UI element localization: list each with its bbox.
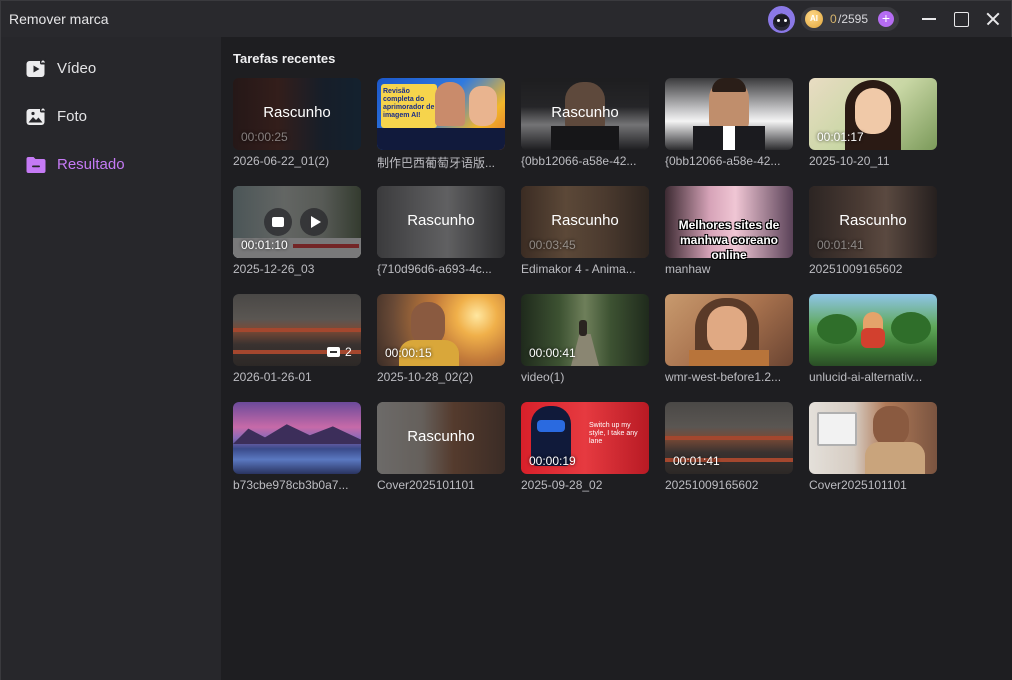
folder-icon: [26, 157, 46, 173]
sidebar-item-photo[interactable]: Foto: [1, 97, 221, 137]
task-caption: video(1): [521, 370, 565, 384]
sidebar-item-label: Resultado: [57, 156, 125, 173]
thumbnail: [809, 294, 937, 366]
credits-total: /2595: [838, 12, 869, 26]
credits-pill[interactable]: AI 0 /2595 +: [801, 7, 899, 31]
duration-label: 00:01:41: [817, 238, 864, 252]
task-caption: Cover2025101101: [377, 478, 475, 492]
thumbnail-text: Revisão completa do aprimorador de image…: [383, 88, 435, 119]
task-card[interactable]: 00:00:41 video(1): [521, 294, 649, 394]
user-avatar[interactable]: [768, 6, 795, 33]
task-card[interactable]: Melhores sites de manhwa coreano online …: [665, 186, 793, 286]
task-caption: {0bb12066-a58e-42...: [521, 154, 637, 168]
task-card[interactable]: Rascunho 00:01:41 20251009165602: [809, 186, 937, 286]
task-caption: 2026-01-26-01: [233, 370, 312, 384]
task-card[interactable]: Rascunho Cover2025101101: [377, 402, 505, 502]
file-count: 2: [345, 345, 352, 359]
draft-label: Rascunho: [839, 212, 907, 229]
task-caption: manhaw: [665, 262, 711, 276]
task-caption: b73cbe978cb3b0a7...: [233, 478, 349, 492]
task-caption: Edimakor 4 - Anima...: [521, 262, 636, 276]
sidebar-item-result[interactable]: Resultado: [1, 145, 221, 185]
task-caption: wmr-west-before1.2...: [665, 370, 782, 384]
section-title: Tarefas recentes: [233, 51, 336, 66]
task-caption: unlucid-ai-alternativ...: [809, 370, 923, 384]
app-window: Remover marca AI 0 /2595 + Vídeo Foto Re…: [0, 0, 1012, 680]
maximize-button[interactable]: [951, 9, 971, 29]
task-card[interactable]: b73cbe978cb3b0a7...: [233, 402, 361, 502]
draft-label: Rascunho: [407, 212, 475, 229]
thumbnail: [809, 402, 937, 474]
duration-label: 00:01:10: [241, 238, 288, 252]
task-card[interactable]: unlucid-ai-alternativ...: [809, 294, 937, 394]
add-credits-button[interactable]: +: [878, 11, 894, 27]
draft-label: Rascunho: [551, 104, 619, 121]
task-card[interactable]: Cover2025101101: [809, 402, 937, 502]
minimize-button[interactable]: [919, 9, 939, 29]
sidebar-item-label: Vídeo: [57, 60, 97, 77]
task-caption: Cover2025101101: [809, 478, 907, 492]
duration-label: 00:00:15: [385, 346, 432, 360]
open-folder-button[interactable]: [264, 208, 292, 236]
task-card[interactable]: 00:00:15 2025-10-28_02(2): [377, 294, 505, 394]
close-button[interactable]: [983, 9, 1003, 29]
thumbnail-text: Switch up my style, I take any lane: [589, 422, 638, 445]
duration-label: 00:00:25: [241, 130, 288, 144]
task-card[interactable]: Rascunho {710d96d6-a693-4c...: [377, 186, 505, 286]
title-bar: Remover marca AI 0 /2595 +: [1, 1, 1011, 37]
folder-icon: [327, 347, 340, 357]
task-card[interactable]: wmr-west-before1.2...: [665, 294, 793, 394]
duration-label: 00:00:19: [529, 454, 576, 468]
duration-label: 00:01:17: [817, 130, 864, 144]
task-card[interactable]: Switch up my style, I take any lane 00:0…: [521, 402, 649, 502]
task-card[interactable]: 00:01:10 2025-12-26_03: [233, 186, 361, 286]
task-card[interactable]: Rascunho {0bb12066-a58e-42...: [521, 78, 649, 178]
ai-coin-icon: AI: [805, 10, 823, 28]
task-caption: 2025-12-26_03: [233, 262, 315, 276]
task-caption: 20251009165602: [809, 262, 903, 276]
sidebar-item-label: Foto: [57, 108, 88, 125]
play-button[interactable]: [300, 208, 328, 236]
duration-label: 00:03:45: [529, 238, 576, 252]
task-caption: {710d96d6-a693-4c...: [377, 262, 492, 276]
draft-label: Rascunho: [551, 212, 619, 229]
task-card[interactable]: 00:01:17 2025-10-20_11: [809, 78, 937, 178]
task-card[interactable]: Revisão completa do aprimorador de image…: [377, 78, 505, 178]
video-icon: [26, 58, 46, 77]
task-caption: 2026-06-22_01(2): [233, 154, 330, 168]
app-title: Remover marca: [9, 11, 109, 27]
task-caption: 2025-10-20_11: [809, 154, 890, 168]
task-card[interactable]: Rascunho 00:03:45 Edimakor 4 - Anima...: [521, 186, 649, 286]
draft-label: Rascunho: [263, 104, 331, 121]
credits-used: 0: [830, 12, 837, 26]
main-panel: Tarefas recentes Rascunho 00:00:25 2026-…: [221, 37, 1012, 680]
task-caption: 制作巴西葡萄牙语版...: [377, 156, 496, 170]
sidebar: Vídeo Foto Resultado: [1, 37, 221, 680]
task-card[interactable]: 2 2026-01-26-01: [233, 294, 361, 394]
task-caption: 2025-10-28_02(2): [377, 370, 474, 384]
sidebar-item-video[interactable]: Vídeo: [1, 49, 221, 89]
task-card[interactable]: {0bb12066-a58e-42...: [665, 78, 793, 178]
thumbnail: [233, 402, 361, 474]
task-card[interactable]: 00:01:41 20251009165602: [665, 402, 793, 502]
task-card[interactable]: Rascunho 00:00:25 2026-06-22_01(2): [233, 78, 361, 178]
photo-icon: [26, 106, 46, 125]
task-caption: 20251009165602: [665, 478, 759, 492]
file-count-badge: 2: [327, 345, 352, 359]
thumbnail-overlay-text: Melhores sites de manhwa coreano online: [678, 218, 780, 262]
thumbnail: [665, 294, 793, 366]
duration-label: 00:01:41: [673, 454, 720, 468]
draft-label: Rascunho: [407, 428, 475, 445]
duration-label: 00:00:41: [529, 346, 576, 360]
task-caption: 2025-09-28_02: [521, 478, 603, 492]
task-caption: {0bb12066-a58e-42...: [665, 154, 781, 168]
thumbnail: [665, 78, 793, 150]
